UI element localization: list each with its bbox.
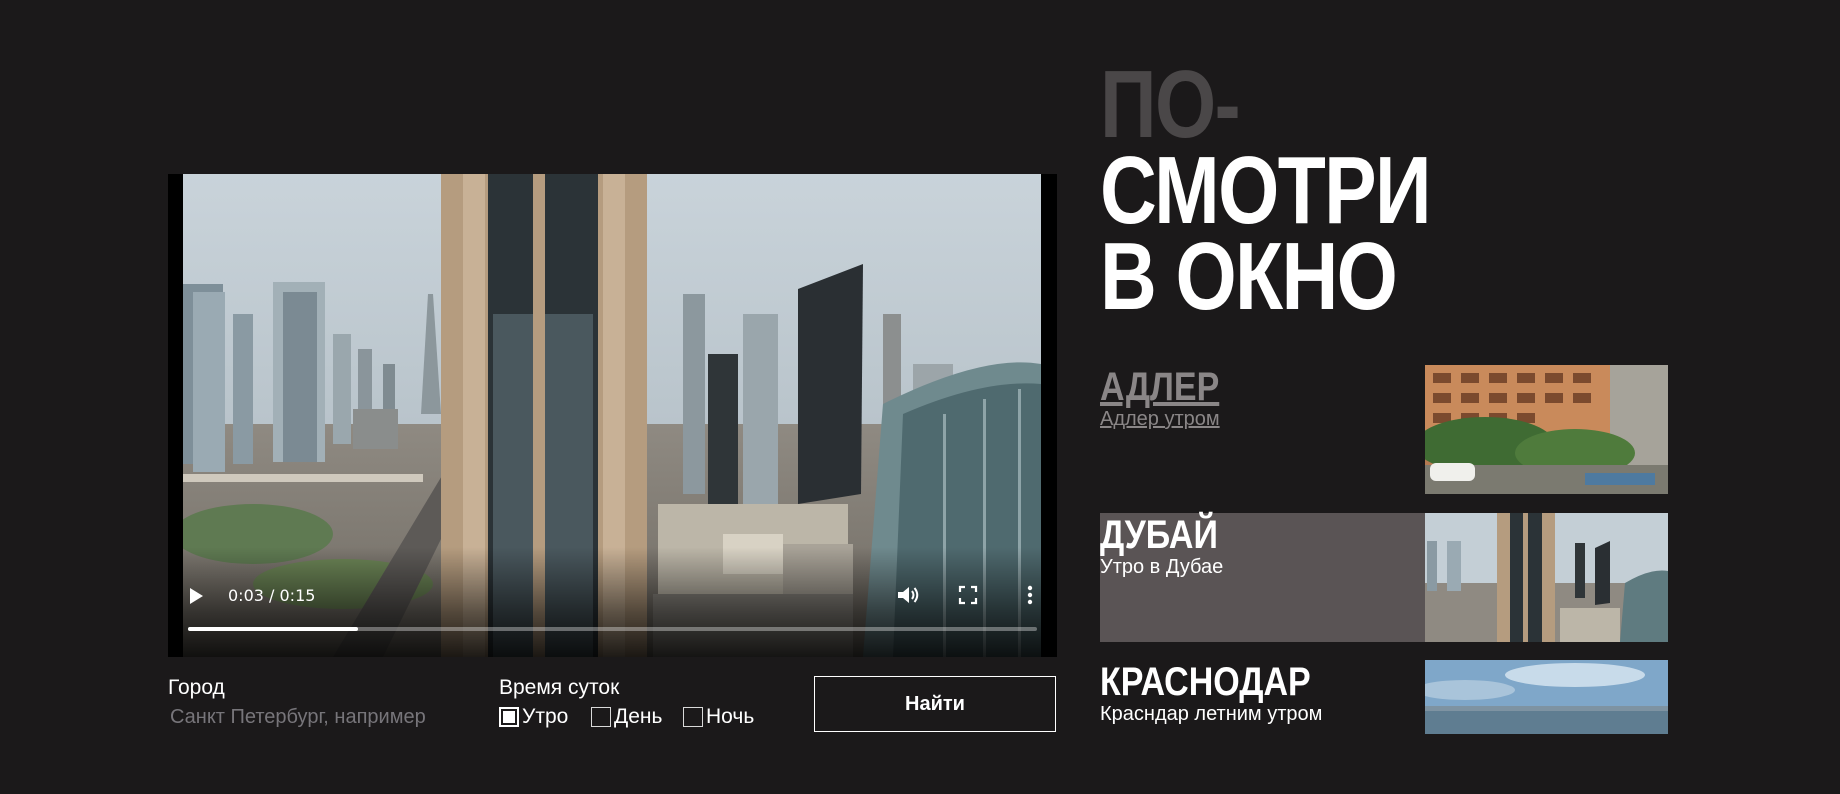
adler-thumbnail-image — [1425, 365, 1668, 494]
location-subtitle[interactable]: Красндар летним утром — [1100, 703, 1322, 726]
volume-icon[interactable] — [896, 584, 920, 606]
location-title[interactable]: ДУБАЙ — [1100, 513, 1218, 557]
hero-title: ПО- СМОТРИ В ОКНО — [1100, 51, 1432, 330]
play-icon[interactable] — [190, 588, 203, 604]
checkbox-day-box[interactable] — [591, 707, 611, 727]
krasnodar-thumbnail-image — [1425, 660, 1668, 734]
hero-title-line-2: СМОТРИ — [1100, 137, 1432, 244]
video-player[interactable]: 0:03 / 0:15 — [168, 174, 1057, 657]
video-time-display: 0:03 / 0:15 — [228, 586, 316, 605]
checkbox-day-label: День — [614, 705, 663, 728]
location-thumbnail-dubai[interactable] — [1425, 513, 1668, 642]
location-item-krasnodar[interactable]: КРАСНОДАР Красндар летним утром — [1100, 660, 1668, 789]
checkbox-morning-label: Утро — [522, 705, 569, 728]
page: 0:03 / 0:15 Город Время суток Утро Д — [0, 0, 1840, 794]
city-input[interactable] — [168, 703, 462, 731]
location-subtitle[interactable]: Адлер утром — [1100, 408, 1220, 431]
hero-title-line-1: ПО- — [1100, 51, 1241, 158]
checkbox-night-label: Ночь — [706, 705, 755, 728]
video-progress-bar[interactable] — [188, 627, 1037, 631]
location-thumbnail-adler[interactable] — [1425, 365, 1668, 494]
find-button[interactable]: Найти — [814, 676, 1056, 732]
checkbox-night-box[interactable] — [683, 707, 703, 727]
location-subtitle[interactable]: Утро в Дубае — [1100, 556, 1223, 579]
time-of-day-label: Время суток — [499, 676, 620, 699]
location-title[interactable]: КРАСНОДАР — [1100, 660, 1311, 704]
more-vertical-icon[interactable] — [1025, 584, 1035, 606]
location-thumbnail-krasnodar[interactable] — [1425, 660, 1668, 734]
checkbox-day[interactable]: День — [591, 704, 662, 730]
checkbox-morning-box[interactable] — [499, 707, 519, 727]
city-label: Город — [168, 676, 225, 699]
checkbox-morning[interactable]: Утро — [499, 704, 568, 730]
location-item-adler[interactable]: АДЛЕР Адлер утром — [1100, 365, 1668, 494]
video-progress-fill — [188, 627, 358, 631]
fullscreen-icon[interactable] — [957, 584, 979, 606]
dubai-thumbnail-image — [1425, 513, 1668, 642]
location-title[interactable]: АДЛЕР — [1100, 365, 1219, 409]
hero-title-line-3: В ОКНО — [1100, 223, 1398, 330]
location-item-dubai[interactable]: ДУБАЙ Утро в Дубае — [1100, 513, 1668, 642]
checkbox-night[interactable]: Ночь — [683, 704, 754, 730]
